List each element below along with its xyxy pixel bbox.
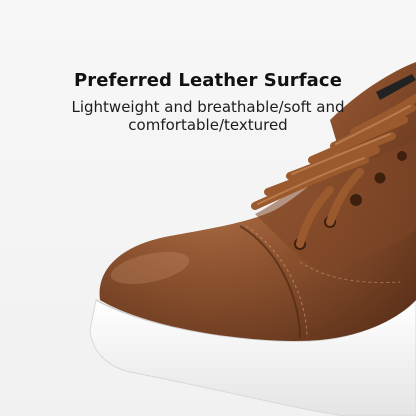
eyelet	[374, 172, 386, 184]
eyelet	[350, 194, 362, 206]
leather-sneaker-image	[89, 62, 416, 416]
headline: Preferred Leather Surface	[73, 70, 343, 91]
eyelet	[397, 151, 407, 161]
subline: Lightweight and breathable/soft and comf…	[71, 98, 345, 134]
product-image: Preferred Leather Surface Lightweight an…	[0, 0, 416, 416]
